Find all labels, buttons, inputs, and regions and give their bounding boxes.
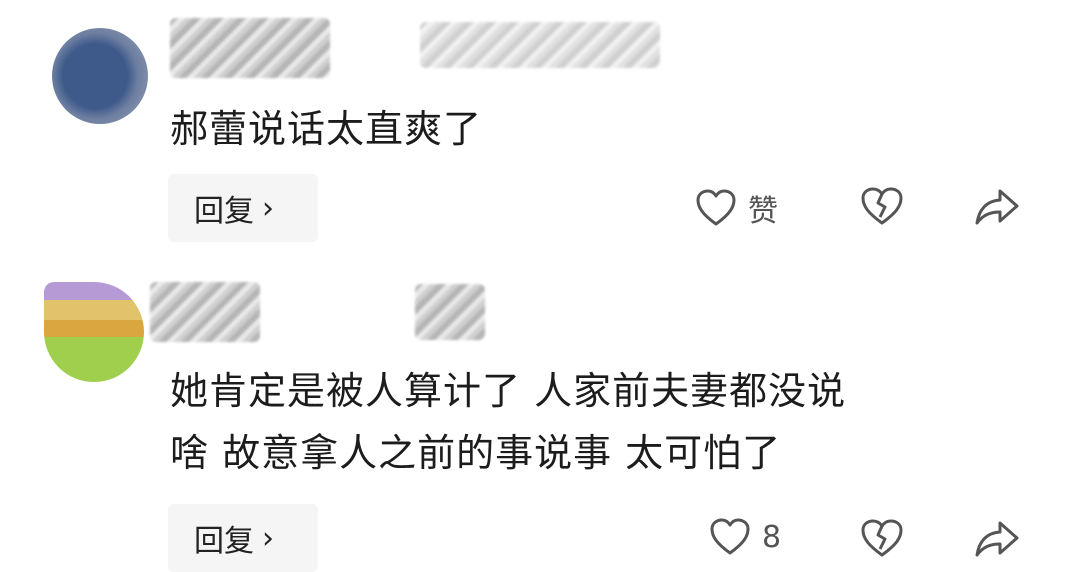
reply-button[interactable]: 回复 › [168, 504, 318, 572]
comment-item: 郝蕾说话太直爽了 回复 › 赞 [0, 0, 1080, 250]
broken-heart-icon [861, 187, 903, 225]
share-arrow-icon [975, 521, 1019, 557]
reply-label: 回复 [194, 524, 254, 559]
avatar[interactable] [44, 282, 144, 382]
comment-item: 她肯定是被人算计了 人家前夫妻都没说 啥 故意拿人之前的事说事 太可怕了 回复 … [0, 262, 1080, 572]
reply-button[interactable]: 回复 › [168, 174, 318, 242]
heart-outline-icon [696, 189, 736, 226]
chevron-right-icon: › [262, 190, 274, 226]
like-label: 赞 [748, 194, 778, 229]
dislike-button[interactable] [860, 518, 904, 558]
heart-outline-icon [710, 518, 750, 555]
username-redacted [415, 284, 485, 340]
like-button[interactable]: 8 [710, 518, 781, 556]
username-redacted [150, 282, 260, 342]
share-arrow-icon [975, 189, 1019, 225]
broken-heart-icon [861, 519, 903, 557]
like-count: 8 [762, 519, 782, 555]
share-button[interactable] [974, 188, 1020, 226]
like-button[interactable]: 赞 [696, 186, 778, 230]
avatar[interactable] [52, 28, 148, 124]
comment-text: 郝蕾说话太直爽了 [170, 107, 483, 151]
comment-text: 她肯定是被人算计了 人家前夫妻都没说 啥 故意拿人之前的事说事 太可怕了 [170, 369, 847, 475]
share-button[interactable] [974, 520, 1020, 558]
username-redacted [170, 18, 330, 78]
chevron-right-icon: › [262, 520, 274, 556]
reply-label: 回复 [194, 194, 254, 229]
username-redacted [420, 22, 660, 68]
dislike-button[interactable] [860, 186, 904, 226]
